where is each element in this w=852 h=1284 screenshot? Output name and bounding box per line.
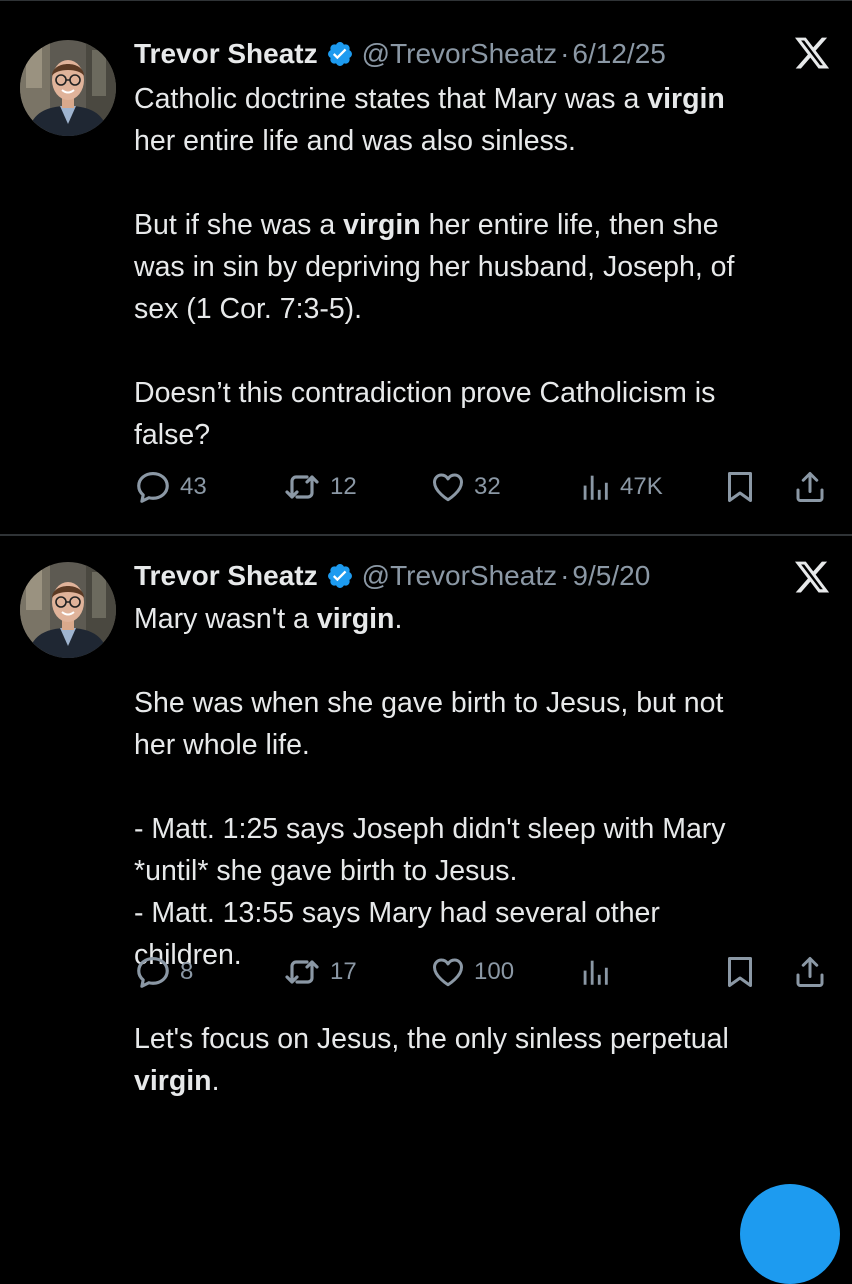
tweet-text-bold: virgin — [343, 209, 421, 241]
bookmark-icon — [722, 954, 758, 990]
share-icon — [792, 954, 828, 990]
views-button[interactable] — [578, 952, 620, 992]
author-handle[interactable]: @TrevorSheatz — [362, 560, 557, 592]
tweet-line: false? — [134, 414, 834, 456]
tweet-text-segment: . — [211, 1065, 220, 1097]
tweet-line: Let's focus on Jesus, the only sinless p… — [134, 1018, 834, 1060]
tweet-line: virgin. — [134, 1060, 834, 1102]
views-count: 47K — [620, 473, 663, 500]
bookmark-icon — [722, 469, 758, 505]
tweet-line: - Matt. 13:55 says Mary had several othe… — [134, 892, 834, 934]
heart-icon — [430, 954, 466, 990]
tweet-text: Catholic doctrine states that Mary was a… — [134, 78, 834, 456]
author-name[interactable]: Trevor Sheatz — [134, 560, 318, 592]
avatar[interactable] — [20, 562, 116, 658]
tweet-paragraph: - Matt. 1:25 says Joseph didn't sleep wi… — [134, 808, 834, 976]
bookmark-button[interactable] — [722, 952, 758, 992]
heart-icon — [430, 469, 466, 505]
tweet-line: was in sin by depriving her husband, Jos… — [134, 246, 834, 288]
tweet-text-segment: Mary wasn't a — [134, 603, 317, 635]
tweet-text-segment: was in sin by depriving her husband, Jos… — [134, 251, 735, 283]
repost-count: 17 — [330, 958, 357, 985]
tweet-text-segment: sex (1 Cor. 7:3-5). — [134, 293, 363, 325]
bookmark-button[interactable] — [722, 467, 758, 507]
tweet-text-bold: virgin — [316, 603, 395, 635]
tweet-paragraph: Let's focus on Jesus, the only sinless p… — [134, 1018, 834, 1102]
share-button[interactable] — [792, 467, 828, 507]
x-logo-icon — [792, 558, 832, 596]
tweet-line: Mary wasn't a virgin. — [134, 598, 834, 640]
like-button[interactable]: 32 — [430, 467, 501, 507]
tweet-line: her entire life and was also sinless. — [134, 120, 834, 162]
like-button[interactable]: 100 — [430, 952, 514, 992]
tweet-text-segment: But if she was a — [134, 209, 344, 241]
tweet[interactable]: Trevor Sheatz @TrevorSheatz · 9/5/20 Mar… — [0, 536, 852, 1200]
tweet-paragraph: Catholic doctrine states that Mary was a… — [134, 78, 834, 162]
tweet-actions: 43 12 32 47K — [0, 467, 852, 507]
share-icon — [792, 469, 828, 505]
verified-badge-icon[interactable] — [326, 562, 354, 590]
tweet-text-segment: Let's focus on Jesus, the only sinless p… — [134, 1023, 729, 1055]
repost-button[interactable]: 17 — [282, 952, 357, 992]
reply-button[interactable]: 43 — [134, 467, 207, 507]
reply-count: 43 — [180, 473, 207, 500]
tweet-text-segment: . — [394, 603, 403, 635]
tweet-line: sex (1 Cor. 7:3-5). — [134, 288, 834, 330]
tweet-text-segment: - Matt. 1:25 says Joseph didn't sleep wi… — [134, 813, 726, 845]
tweet-header: Trevor Sheatz @TrevorSheatz · 9/5/20 — [134, 558, 650, 594]
tweet-line: Doesn’t this contradiction prove Catholi… — [134, 372, 834, 414]
tweet-text-segment: - Matt. 13:55 says Mary had several othe… — [134, 897, 660, 929]
author-handle[interactable]: @TrevorSheatz — [362, 38, 557, 70]
share-button[interactable] — [792, 952, 828, 992]
tweet-line: She was when she gave birth to Jesus, bu… — [134, 682, 834, 724]
tweet-text-segment: She was when she gave birth to Jesus, bu… — [134, 687, 724, 719]
tweet-text-bold: virgin — [647, 83, 725, 115]
tweet-text-segment: Doesn’t this contradiction prove Catholi… — [134, 377, 716, 409]
verified-badge-icon[interactable] — [326, 40, 354, 68]
repost-icon — [282, 467, 322, 507]
author-name[interactable]: Trevor Sheatz — [134, 38, 318, 70]
tweet-text-segment: false? — [134, 419, 211, 451]
repost-button[interactable]: 12 — [282, 467, 357, 507]
tweet-paragraph: But if she was a virgin her entire life,… — [134, 204, 834, 330]
repost-icon — [282, 952, 322, 992]
separator-dot: · — [560, 38, 570, 69]
tweet-line: Catholic doctrine states that Mary was a… — [134, 78, 834, 120]
avatar[interactable] — [20, 40, 116, 136]
tweet-actions: 8 17 100 — [0, 952, 852, 992]
reply-icon — [134, 953, 172, 991]
tweet-paragraph: Doesn’t this contradiction prove Catholi… — [134, 372, 834, 456]
tweet-text-segment: *until* she gave birth to Jesus. — [134, 855, 518, 887]
tweet-text-segment: her entire life, then she — [420, 209, 719, 241]
tweet-text: Mary wasn't a virgin. She was when she ga… — [134, 598, 834, 1102]
tweet-line: But if she was a virgin her entire life,… — [134, 204, 834, 246]
reply-icon — [134, 468, 172, 506]
like-count: 32 — [474, 473, 501, 500]
tweet-paragraph: She was when she gave birth to Jesus, bu… — [134, 682, 834, 766]
tweet-text-segment: her entire life and was also sinless. — [134, 125, 576, 157]
tweet-date[interactable]: 6/12/25 — [572, 38, 665, 70]
tweet-paragraph: Mary wasn't a virgin. — [134, 598, 834, 640]
views-icon — [578, 470, 612, 504]
tweet-header: Trevor Sheatz @TrevorSheatz · 6/12/25 — [134, 36, 666, 72]
x-logo-icon — [792, 34, 832, 72]
tweet-line: *until* she gave birth to Jesus. — [134, 850, 834, 892]
tweet-text-segment: Catholic doctrine states that Mary was a — [134, 83, 648, 115]
separator-dot: · — [560, 560, 570, 591]
tweet-date[interactable]: 9/5/20 — [572, 560, 650, 592]
like-count: 100 — [474, 958, 515, 985]
tweet[interactable]: Trevor Sheatz @TrevorSheatz · 6/12/25 Ca… — [0, 0, 852, 534]
compose-button[interactable] — [740, 1184, 840, 1284]
reply-button[interactable]: 8 — [134, 952, 193, 992]
reply-count: 8 — [180, 958, 194, 985]
repost-count: 12 — [330, 473, 357, 500]
tweet-line: - Matt. 1:25 says Joseph didn't sleep wi… — [134, 808, 834, 850]
views-icon — [578, 955, 612, 989]
tweet-text-segment: her whole life. — [134, 729, 310, 761]
tweet-line: her whole life. — [134, 724, 834, 766]
views-button[interactable]: 47K — [578, 467, 663, 507]
tweet-text-bold: virgin — [134, 1065, 212, 1097]
